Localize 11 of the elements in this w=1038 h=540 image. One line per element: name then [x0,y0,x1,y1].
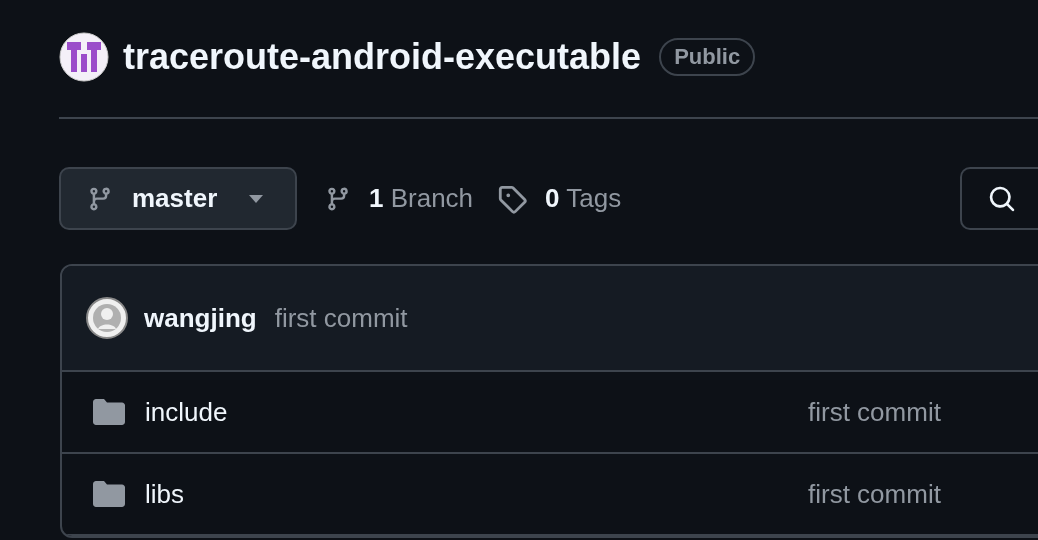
commit-message[interactable]: first commit [808,478,1038,510]
file-name[interactable]: libs [145,478,788,510]
tags-link[interactable]: 0 Tags [497,183,622,214]
repo-title[interactable]: traceroute-android-executable [123,36,642,78]
visibility-badge: Public [659,38,756,76]
file-name[interactable]: include [145,396,788,428]
commit-message[interactable]: first commit [808,396,1038,428]
commit-message[interactable]: first commit [274,302,408,334]
branches-link[interactable]: 1 Branch [325,183,474,214]
commit-author[interactable]: wangjing [144,302,257,334]
branch-selector[interactable]: master [59,167,297,230]
